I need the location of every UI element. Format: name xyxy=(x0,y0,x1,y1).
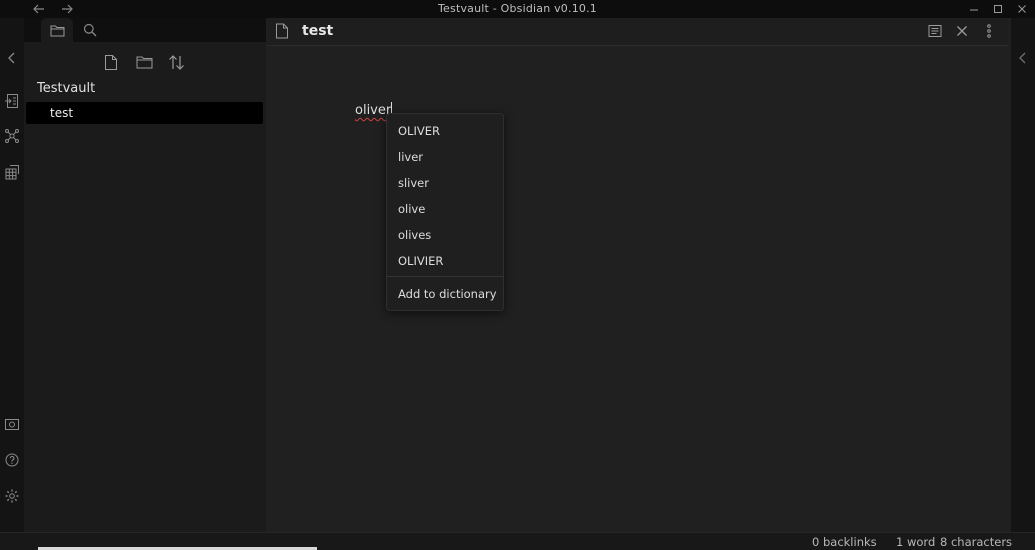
sidebar-tab-bar xyxy=(24,18,266,42)
new-folder-icon[interactable] xyxy=(134,52,154,72)
suggestion-label: liver xyxy=(398,150,423,164)
graph-view-icon[interactable] xyxy=(4,128,20,144)
right-ribbon xyxy=(1011,18,1035,532)
collapse-sidebar-icon[interactable] xyxy=(4,50,20,66)
suggestion-item[interactable]: olive xyxy=(387,197,503,223)
close-icon[interactable] xyxy=(1014,1,1030,17)
suggestion-item[interactable]: sliver xyxy=(387,171,503,197)
vault-name[interactable]: Testvault xyxy=(37,81,95,96)
templates-icon[interactable] xyxy=(4,164,20,180)
help-icon[interactable] xyxy=(4,452,20,468)
suggestion-label: OLIVER xyxy=(398,124,440,138)
note-title[interactable]: test xyxy=(302,23,333,39)
suggestion-item[interactable]: olives xyxy=(387,223,503,249)
suggestion-item[interactable]: OLIVER xyxy=(387,119,503,145)
backlinks-count[interactable]: 0 backlinks xyxy=(812,535,877,549)
editor-pane: test oliver xyxy=(267,18,1008,532)
tab-search[interactable] xyxy=(74,18,106,42)
note-file-icon xyxy=(275,23,291,39)
maximize-icon[interactable] xyxy=(990,1,1006,17)
expand-right-sidebar-icon[interactable] xyxy=(1015,50,1031,66)
folder-icon xyxy=(50,24,65,37)
left-ribbon xyxy=(0,18,24,549)
suggestion-label: olive xyxy=(398,202,426,216)
minimize-icon[interactable] xyxy=(966,1,982,17)
suggestion-label: OLIVIER xyxy=(398,254,444,268)
new-note-icon[interactable] xyxy=(101,52,121,72)
suggestion-item[interactable]: OLIVIER xyxy=(387,249,503,275)
preview-mode-icon[interactable] xyxy=(927,23,943,39)
file-explorer-sidebar: Testvault test xyxy=(24,18,266,532)
title-bar: Testvault - Obsidian v0.10.1 xyxy=(0,0,1035,18)
menu-separator xyxy=(387,276,503,277)
status-bar: 0 backlinks 1 word 8 characters xyxy=(0,532,1035,550)
word-count: 1 word xyxy=(896,535,936,549)
sort-order-icon[interactable] xyxy=(166,52,186,72)
file-item-label: test xyxy=(50,106,74,120)
search-icon xyxy=(83,23,97,37)
suggestion-label: olives xyxy=(398,228,432,242)
spellcheck-context-menu: OLIVER liver sliver olive olives OLIVIER… xyxy=(386,113,504,311)
quick-switcher-icon[interactable] xyxy=(4,93,20,109)
window-title: Testvault - Obsidian v0.10.1 xyxy=(438,2,597,15)
character-count: 8 characters xyxy=(940,535,1013,549)
close-pane-icon[interactable] xyxy=(954,23,970,39)
settings-gear-icon[interactable] xyxy=(4,488,20,504)
add-to-dictionary-item[interactable]: Add to dictionary xyxy=(387,282,503,308)
suggestion-label: sliver xyxy=(398,176,429,190)
editor-header: test xyxy=(267,18,1008,46)
more-options-icon[interactable] xyxy=(981,23,997,39)
file-item-test[interactable]: test xyxy=(26,102,263,124)
tab-file-explorer[interactable] xyxy=(41,18,73,42)
suggestion-item[interactable]: liver xyxy=(387,145,503,171)
add-to-dictionary-label: Add to dictionary xyxy=(398,287,497,301)
vault-switcher-icon[interactable] xyxy=(4,416,20,432)
